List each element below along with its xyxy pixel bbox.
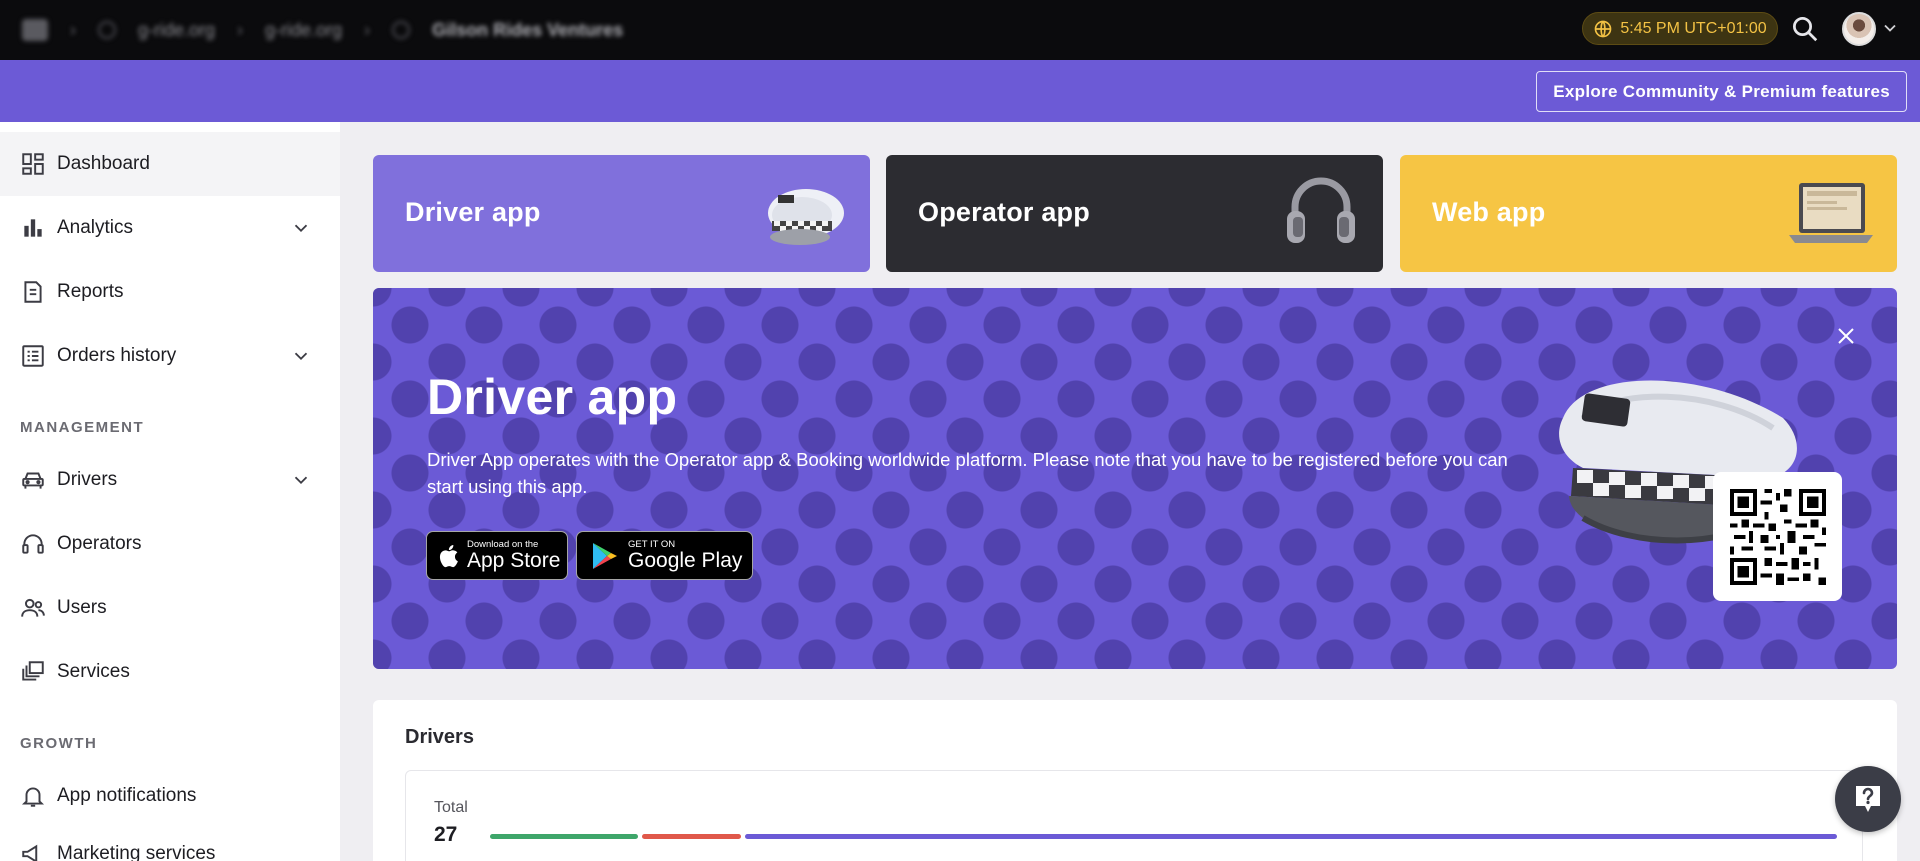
sidebar-item-users[interactable]: Users — [0, 576, 340, 640]
megaphone-icon — [22, 844, 38, 861]
banner-title: Driver app — [427, 369, 678, 425]
card-title: Operator app — [918, 197, 1090, 227]
sidebar-item-label: Operators — [57, 533, 142, 554]
dashboard-icon — [22, 153, 44, 175]
sidebar-item-app-notifications[interactable]: App notifications — [0, 764, 340, 828]
card-title: Driver app — [405, 197, 541, 227]
sidebar-item-label: Orders history — [57, 345, 177, 366]
home-icon[interactable] — [22, 19, 48, 41]
list-icon — [22, 345, 44, 367]
globe-icon — [1595, 20, 1612, 37]
qr-code-icon — [1729, 488, 1826, 585]
search-icon[interactable] — [1790, 14, 1820, 44]
sidebar-item-label: App notifications — [57, 785, 197, 806]
status-bar-segment — [745, 834, 1837, 839]
breadcrumb-separator: › — [364, 19, 371, 40]
users-icon — [21, 598, 45, 617]
card-title: Web app — [1432, 197, 1546, 227]
sidebar-item-reports[interactable]: Reports — [0, 260, 340, 324]
drivers-title: Drivers — [405, 726, 474, 748]
app-store-big-text: App Store — [467, 548, 561, 572]
breadcrumb-current[interactable]: Gilson Rides Ventures — [432, 20, 623, 41]
breadcrumb: › g-ride.org › g-ride.org › Gilson Rides… — [0, 19, 623, 41]
sidebar-item-services[interactable]: Services — [0, 640, 340, 704]
top-bar: › g-ride.org › g-ride.org › Gilson Rides… — [0, 0, 1920, 60]
breadcrumb-separator: › — [70, 19, 76, 40]
web-app-card[interactable]: Web app — [1400, 155, 1897, 272]
org-icon — [98, 21, 116, 39]
section-label-growth: GROWTH — [20, 735, 98, 752]
breadcrumb-item[interactable]: g-ride.org — [265, 20, 342, 41]
explore-premium-button[interactable]: Explore Community & Premium features — [1536, 71, 1907, 112]
operator-app-card[interactable]: Operator app — [886, 155, 1383, 272]
google-play-small-text: GET IT ON — [628, 538, 676, 550]
sidebar-item-operators[interactable]: Operators — [0, 512, 340, 576]
timezone-badge[interactable]: 5:45 PM UTC+01:00 — [1582, 12, 1778, 45]
sidebar-item-label: Analytics — [57, 217, 134, 238]
sidebar-item-label: Drivers — [57, 469, 118, 490]
bar-chart-icon — [24, 219, 42, 237]
header-bar: Explore Community & Premium features — [0, 60, 1920, 122]
avatar[interactable] — [1842, 12, 1876, 46]
help-icon — [1856, 786, 1880, 812]
sidebar-item-orders-history[interactable]: Orders history — [0, 324, 340, 388]
sidebar-item-label: Reports — [57, 281, 124, 302]
report-icon — [24, 281, 42, 303]
chevron-down-icon[interactable] — [290, 217, 312, 239]
breadcrumb-separator: › — [237, 19, 244, 40]
sidebar-item-analytics[interactable]: Analytics — [0, 196, 340, 260]
google-play-big-text: Google Play — [628, 548, 743, 572]
qr-code — [1713, 472, 1842, 601]
total-label: Total — [434, 799, 468, 816]
apple-icon — [439, 544, 458, 567]
chevron-down-icon[interactable] — [290, 469, 312, 491]
google-play-icon — [593, 542, 617, 569]
drivers-summary: Total 27 — [405, 770, 1863, 861]
driver-cap-icon — [768, 189, 844, 245]
sidebar-item-marketing-services[interactable]: Marketing services — [0, 822, 340, 861]
sidebar-item-label: Dashboard — [57, 153, 150, 174]
company-icon — [392, 21, 411, 39]
driver-app-banner: Driver app Driver App operates with the … — [373, 288, 1897, 669]
sidebar-item-label: Users — [57, 597, 107, 618]
car-icon — [22, 472, 44, 489]
driver-app-card[interactable]: Driver app — [373, 155, 870, 272]
sidebar-item-label: Marketing services — [57, 843, 216, 861]
breadcrumb-item[interactable]: g-ride.org — [138, 20, 215, 41]
status-bar-segment — [642, 834, 741, 839]
headset-icon — [22, 534, 44, 554]
chevron-down-icon[interactable] — [1880, 18, 1900, 38]
time-label: 5:45 PM UTC+01:00 — [1620, 19, 1767, 37]
sidebar-item-dashboard[interactable]: Dashboard — [0, 132, 340, 196]
google-play-button[interactable]: GET IT ON Google Play — [576, 531, 753, 580]
close-icon[interactable] — [1834, 324, 1858, 348]
app-store-small-text: Download on the — [467, 538, 539, 550]
status-bar-segment — [490, 834, 638, 839]
sidebar-item-drivers[interactable]: Drivers — [0, 448, 340, 512]
app-store-button[interactable]: Download on the App Store — [426, 531, 568, 580]
bell-icon — [21, 787, 45, 807]
laptop-icon — [1789, 183, 1873, 243]
sidebar-item-label: Services — [57, 661, 130, 682]
chevron-down-icon[interactable] — [290, 345, 312, 367]
drivers-stats-card: Drivers Total 27 — [373, 700, 1897, 861]
section-label-management: MANAGEMENT — [20, 419, 145, 436]
headset-illustration-icon — [1287, 177, 1355, 243]
services-icon — [22, 661, 44, 681]
help-button[interactable] — [1835, 766, 1901, 832]
sidebar: Dashboard Analytics Reports Orders histo… — [0, 122, 340, 861]
banner-description: Driver App operates with the Operator ap… — [427, 449, 1508, 497]
total-value: 27 — [434, 823, 458, 846]
